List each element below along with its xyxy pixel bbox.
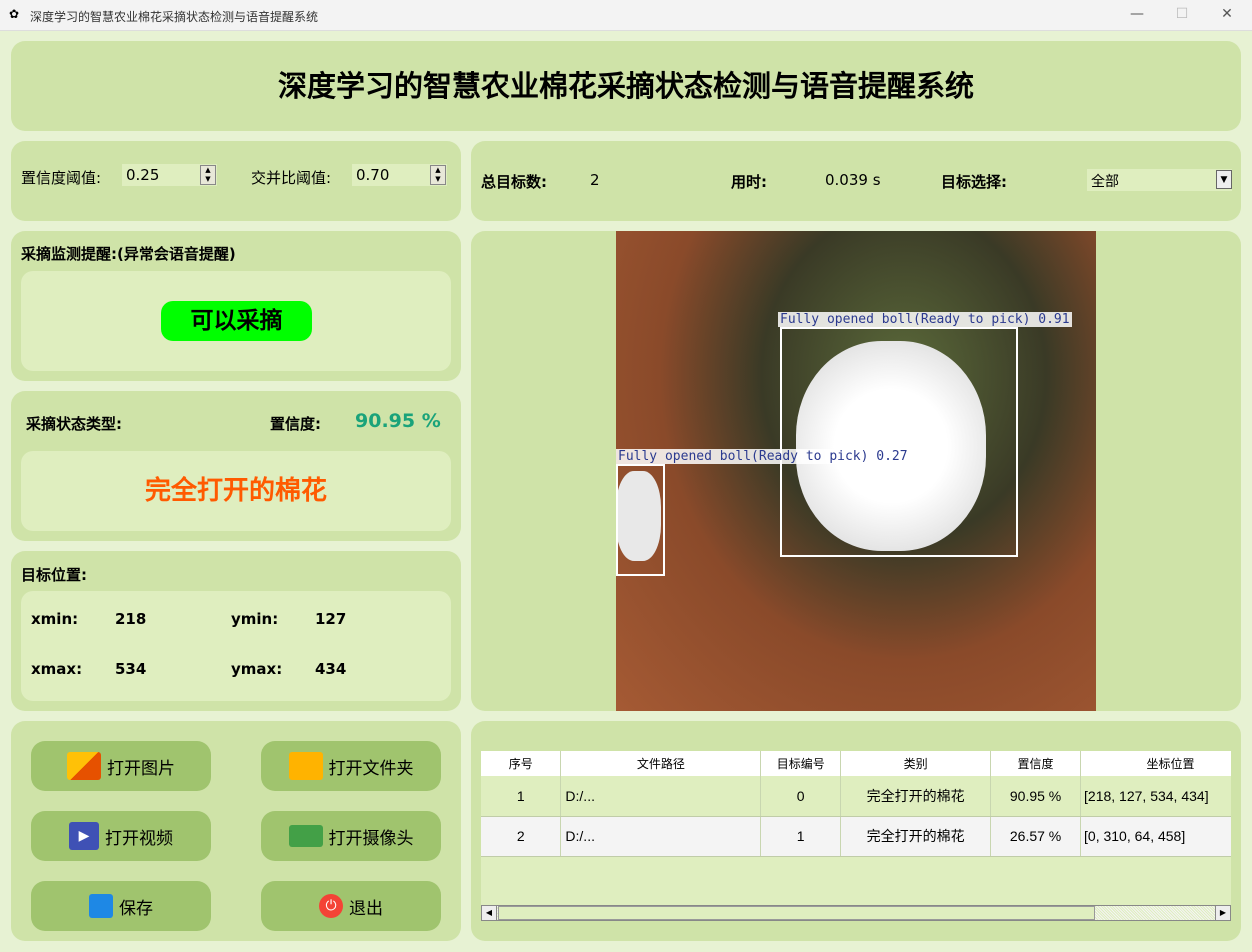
- total-targets-value: 2: [590, 171, 600, 189]
- col-header-class[interactable]: 类别: [840, 751, 992, 776]
- buttons-panel: 打开图片 打开文件夹 ▶ 打开视频 打开摄像头 保存 ⏻ 退出: [11, 721, 461, 941]
- col-header-path[interactable]: 文件路径: [560, 751, 762, 776]
- detection-image: Fully opened boll(Ready to pick) 0.91 Fu…: [616, 231, 1096, 711]
- scrollbar-thumb[interactable]: [498, 906, 1095, 920]
- cell-target-id: 1: [760, 816, 842, 857]
- results-table-container: 序号 文件路径 目标编号 类别 置信度 坐标位置 1 D:/... 0 完全打开…: [481, 751, 1231, 921]
- reminder-box: 可以采摘: [21, 271, 451, 371]
- bounding-box: [616, 464, 665, 576]
- time-value: 0.039 s: [825, 171, 881, 189]
- pick-status-badge: 可以采摘: [161, 301, 312, 341]
- xmin-value: 218: [115, 610, 147, 628]
- conf-threshold-label: 置信度阈值:: [21, 169, 102, 187]
- cell-coords: [0, 310, 64, 458]: [1080, 816, 1231, 857]
- time-label: 用时:: [731, 173, 767, 191]
- maximize-button[interactable]: ☐: [1167, 6, 1197, 22]
- horizontal-scrollbar[interactable]: ◀ ▶: [481, 905, 1231, 921]
- table-row[interactable]: 2 D:/... 1 完全打开的棉花 26.57 % [0, 310, 64, …: [481, 816, 1231, 857]
- scroll-left-icon[interactable]: ◀: [482, 906, 497, 920]
- folder-icon: [288, 752, 323, 780]
- iou-threshold-label: 交并比阈值:: [251, 169, 332, 187]
- cell-index: 2: [481, 816, 562, 857]
- close-button[interactable]: ✕: [1212, 6, 1242, 22]
- cell-coords: [218, 127, 534, 434]: [1080, 776, 1231, 817]
- open-image-label: 打开图片: [107, 758, 175, 779]
- ymin-label: ymin:: [231, 610, 279, 628]
- xmax-label: xmax:: [31, 660, 83, 678]
- open-folder-label: 打开文件夹: [328, 758, 414, 779]
- scroll-right-icon[interactable]: ▶: [1215, 906, 1230, 920]
- confidence-value: 90.95 %: [355, 410, 441, 432]
- cell-class: 完全打开的棉花: [840, 776, 992, 817]
- cell-class: 完全打开的棉花: [840, 816, 992, 857]
- minimize-button[interactable]: —: [1122, 6, 1152, 22]
- target-select-dropdown[interactable]: 全部 ▼: [1087, 169, 1232, 191]
- results-table: 序号 文件路径 目标编号 类别 置信度 坐标位置 1 D:/... 0 完全打开…: [481, 751, 1231, 857]
- image-panel: Fully opened boll(Ready to pick) 0.91 Fu…: [471, 231, 1241, 711]
- exit-label: 退出: [349, 898, 383, 919]
- open-video-label: 打开视频: [105, 828, 173, 849]
- table-panel: 序号 文件路径 目标编号 类别 置信度 坐标位置 1 D:/... 0 完全打开…: [471, 721, 1241, 941]
- iou-threshold-value: 0.70: [356, 166, 390, 184]
- exit-button[interactable]: ⏻ 退出: [261, 881, 441, 931]
- stats-panel: 总目标数: 2 用时: 0.039 s 目标选择: 全部 ▼: [471, 141, 1241, 221]
- conf-threshold-value: 0.25: [126, 166, 160, 184]
- power-icon: ⏻: [319, 894, 343, 918]
- table-row[interactable]: 1 D:/... 0 完全打开的棉花 90.95 % [218, 127, 53…: [481, 776, 1231, 817]
- xmin-label: xmin:: [31, 610, 79, 628]
- open-camera-label: 打开摄像头: [328, 828, 414, 849]
- reminder-title: 采摘监测提醒:(异常会语音提醒): [21, 245, 236, 263]
- confidence-label: 置信度:: [270, 415, 321, 433]
- position-title: 目标位置:: [21, 566, 87, 584]
- chevron-down-icon[interactable]: ▼: [1216, 170, 1232, 189]
- iou-spin-arrows[interactable]: ▲ ▼: [430, 165, 446, 185]
- camera-icon: [288, 825, 323, 847]
- status-type-label: 采摘状态类型:: [26, 415, 122, 433]
- save-label: 保存: [119, 898, 153, 919]
- col-header-coords[interactable]: 坐标位置: [1080, 751, 1231, 776]
- reminder-panel: 采摘监测提醒:(异常会语音提醒) 可以采摘: [11, 231, 461, 381]
- ymin-value: 127: [315, 610, 347, 628]
- col-header-confidence[interactable]: 置信度: [990, 751, 1082, 776]
- window-title: 深度学习的智慧农业棉花采摘状态检测与语音提醒系统: [30, 10, 319, 24]
- status-type-value: 完全打开的棉花: [21, 451, 451, 531]
- target-select-label: 目标选择:: [941, 173, 1007, 191]
- bounding-box-label: Fully opened boll(Ready to pick) 0.27: [616, 449, 910, 464]
- col-header-index[interactable]: 序号: [481, 751, 562, 776]
- save-icon: [89, 894, 113, 918]
- save-button[interactable]: 保存: [31, 881, 211, 931]
- page-title: 深度学习的智慧农业棉花采摘状态检测与语音提醒系统: [277, 69, 974, 103]
- col-header-target-id[interactable]: 目标编号: [760, 751, 842, 776]
- bounding-box: [780, 327, 1018, 557]
- position-box: xmin: 218 ymin: 127 xmax: 534 ymax: 434: [21, 591, 451, 701]
- open-video-button[interactable]: ▶ 打开视频: [31, 811, 211, 861]
- title-bar: ✿ 深度学习的智慧农业棉花采摘状态检测与语音提醒系统 — ☐ ✕: [0, 0, 1252, 31]
- open-camera-button[interactable]: 打开摄像头: [261, 811, 441, 861]
- app-icon: ✿: [9, 7, 20, 21]
- cell-index: 1: [481, 776, 562, 817]
- video-icon: ▶: [69, 822, 99, 850]
- open-image-button[interactable]: 打开图片: [31, 741, 211, 791]
- cell-confidence: 90.95 %: [990, 776, 1082, 817]
- position-panel: 目标位置: xmin: 218 ymin: 127 xmax: 534 ymax…: [11, 551, 461, 711]
- cell-path: D:/...: [560, 816, 762, 857]
- cell-path: D:/...: [560, 776, 762, 817]
- cell-target-id: 0: [760, 776, 842, 817]
- result-panel: 采摘状态类型: 置信度: 90.95 % 完全打开的棉花: [11, 391, 461, 541]
- xmax-value: 534: [115, 660, 147, 678]
- params-panel: 置信度阈值: 0.25 ▲ ▼ 交并比阈值: 0.70 ▲ ▼: [11, 141, 461, 221]
- total-targets-label: 总目标数:: [481, 173, 547, 191]
- ymax-label: ymax:: [231, 660, 283, 678]
- cell-confidence: 26.57 %: [990, 816, 1082, 857]
- bounding-box-label: Fully opened boll(Ready to pick) 0.91: [778, 312, 1072, 327]
- conf-spin-arrows[interactable]: ▲ ▼: [200, 165, 216, 185]
- image-icon: [67, 752, 101, 780]
- open-folder-button[interactable]: 打开文件夹: [261, 741, 441, 791]
- table-header: 序号 文件路径 目标编号 类别 置信度 坐标位置: [481, 751, 1231, 776]
- ymax-value: 434: [315, 660, 347, 678]
- header-panel: 深度学习的智慧农业棉花采摘状态检测与语音提醒系统: [11, 41, 1241, 131]
- target-select-value: 全部: [1091, 174, 1119, 190]
